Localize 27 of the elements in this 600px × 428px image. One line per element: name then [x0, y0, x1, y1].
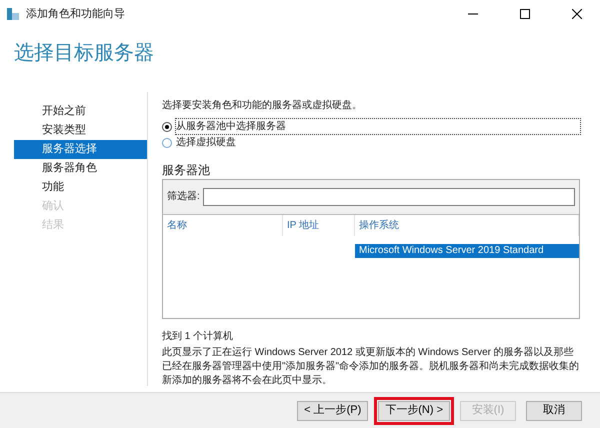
intro-text: 选择要安装角色和功能的服务器或虚拟硬盘。	[162, 98, 363, 113]
wizard-step[interactable]: 服务器角色	[14, 159, 147, 178]
table-cell[interactable]: Microsoft Windows Server 2019 Standard	[355, 244, 579, 258]
maximize-icon	[520, 9, 530, 19]
wizard-step[interactable]: 服务器选择	[14, 140, 147, 159]
wizard-step[interactable]: 开始之前	[14, 102, 147, 121]
column-header[interactable]: 名称	[163, 214, 283, 236]
filter-field[interactable]	[202, 188, 575, 206]
wizard-step[interactable]: 功能	[14, 178, 147, 197]
wizard-step[interactable]: 安装类型	[14, 121, 147, 140]
note-text: 此页显示了正在运行 Windows Server 2012 或更新版本的 Windows Server 的服务器以及那些已经在服务器管理器中使用"添加服务器"命令添加的服务器。脱机服务器和尚未完成数据收集的新添加的服务器将不会在此页中显示。	[162, 346, 580, 388]
column-header[interactable]: IP 地址	[283, 214, 355, 236]
radio-button[interactable]	[162, 122, 172, 132]
window-title: 添加角色和功能向导	[26, 6, 126, 22]
wizard-button[interactable]: 取消	[526, 400, 582, 420]
radio-button[interactable]	[162, 138, 172, 148]
app-icon	[6, 7, 20, 21]
close-icon	[572, 9, 582, 19]
section-title: 服务器池	[162, 162, 211, 178]
count-text: 找到 1 个计算机	[162, 330, 234, 344]
wizard-button[interactable]: 下一步(N) >	[378, 400, 450, 420]
wizard-button[interactable]: < 上一步(P)	[297, 400, 368, 420]
radio-label[interactable]: 从服务器池中选择服务器	[176, 119, 580, 134]
filter-label: 筛选器:	[167, 190, 200, 204]
page-heading: 选择目标服务器	[14, 42, 154, 64]
radio-label[interactable]: 选择虚拟硬盘	[176, 135, 236, 150]
column-header[interactable]: 操作系统	[355, 214, 579, 236]
